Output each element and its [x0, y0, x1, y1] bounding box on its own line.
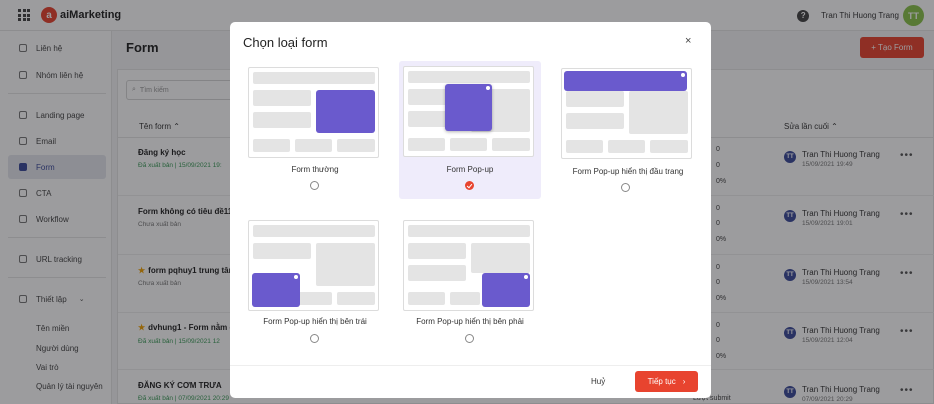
option-radio-checked[interactable] [465, 181, 474, 190]
form-type-option-popup-top[interactable]: Form Pop-up hiển thị đầu trang [557, 63, 699, 201]
popup-right-thumbnail [403, 220, 534, 311]
option-label: Form thường [291, 165, 339, 174]
form-type-option-popup-left[interactable]: Form Pop-up hiển thị bên trái [244, 215, 386, 353]
option-label: Form Pop-up hiển thị đầu trang [572, 167, 684, 176]
popup-left-thumbnail [248, 220, 379, 311]
continue-label: Tiếp tục [647, 377, 676, 386]
popup-form-thumbnail [403, 66, 534, 157]
dialog-footer-divider [230, 365, 711, 366]
option-label: Form Pop-up hiển thị bên trái [263, 317, 367, 326]
popup-top-thumbnail [561, 68, 692, 159]
standard-form-thumbnail [248, 67, 379, 158]
form-type-option-popup[interactable]: Form Pop-up [399, 61, 541, 199]
dialog-title: Chọn loại form [243, 35, 328, 50]
option-radio[interactable] [310, 334, 319, 343]
continue-button[interactable]: Tiếp tục › [635, 371, 698, 392]
form-type-option-popup-right[interactable]: Form Pop-up hiển thị bên phải [399, 215, 541, 353]
form-type-option-standard[interactable]: Form thường [244, 62, 386, 200]
option-label: Form Pop-up hiển thị bên phải [416, 317, 524, 326]
option-label: Form Pop-up [446, 165, 494, 174]
close-icon[interactable]: × [685, 35, 691, 47]
choose-form-type-dialog: Chọn loại form × Form thường Form Pop-up [230, 22, 711, 398]
option-radio[interactable] [465, 334, 474, 343]
cancel-button[interactable]: Huỷ [591, 377, 605, 386]
option-radio[interactable] [621, 183, 630, 192]
chevron-right-icon: › [682, 377, 686, 386]
option-radio[interactable] [310, 181, 319, 190]
